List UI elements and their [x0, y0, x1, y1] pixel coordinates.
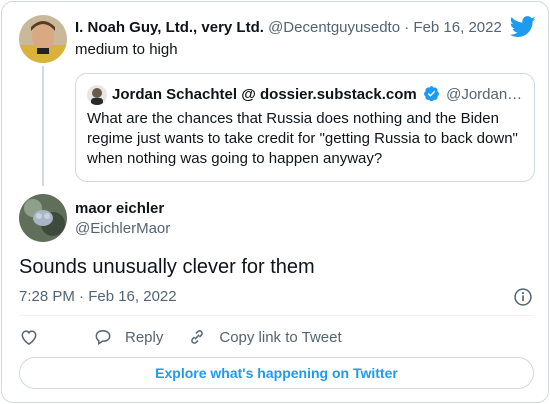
parent-author-name[interactable]: I. Noah Guy, Ltd., very Ltd.: [75, 19, 264, 36]
reply-button[interactable]: Reply: [93, 327, 163, 347]
link-icon: [191, 330, 204, 344]
parent-tweet-date[interactable]: Feb 16, 2022: [413, 19, 501, 36]
twitter-bird-icon[interactable]: [510, 16, 536, 38]
header-separator: ·: [404, 19, 410, 36]
info-icon[interactable]: [513, 287, 533, 307]
main-author-avatar[interactable]: [19, 194, 67, 242]
thread-connector-line: [42, 66, 44, 186]
reply-label: Reply: [125, 328, 164, 346]
like-button[interactable]: [19, 327, 39, 347]
quoted-author-avatar: [87, 85, 107, 105]
tweet-actions-bar: Reply Copy link to Tweet: [19, 325, 366, 349]
parent-author-avatar[interactable]: [19, 15, 67, 63]
main-tweet-text: Sounds unusually clever for them: [19, 256, 315, 278]
copy-link-button[interactable]: Copy link to Tweet: [187, 327, 342, 347]
parent-tweet-text: medium to high: [75, 41, 178, 58]
main-tweet-timestamp[interactable]: 7:28 PM · Feb 16, 2022: [19, 287, 177, 307]
actions-divider: [19, 315, 534, 316]
reply-bubble-icon: [95, 329, 111, 346]
tweet-embed-card: I. Noah Guy, Ltd., very Ltd. @Decentguyu…: [1, 1, 549, 403]
heart-icon: [21, 330, 37, 345]
copy-link-label: Copy link to Tweet: [219, 328, 342, 346]
main-author-name[interactable]: maor eichler: [75, 199, 164, 219]
quoted-tweet-text: What are the chances that Russia does no…: [87, 110, 518, 167]
parent-author-handle[interactable]: @Decentguyusedto: [268, 19, 400, 36]
quoted-tweet[interactable]: Jordan Schachtel @ dossier.substack.com …: [75, 73, 535, 182]
verified-badge-icon: [423, 86, 439, 102]
explore-twitter-button[interactable]: Explore what's happening on Twitter: [19, 357, 534, 389]
parent-tweet-header: I. Noah Guy, Ltd., very Ltd. @Decentguyu…: [75, 18, 505, 38]
quoted-author-handle: @Jordan…: [446, 86, 523, 103]
quoted-author-name: Jordan Schachtel @ dossier.substack.com: [112, 86, 417, 103]
main-author-handle[interactable]: @EichlerMaor: [75, 219, 170, 239]
quoted-tweet-header: Jordan Schachtel @ dossier.substack.com …: [112, 85, 524, 105]
